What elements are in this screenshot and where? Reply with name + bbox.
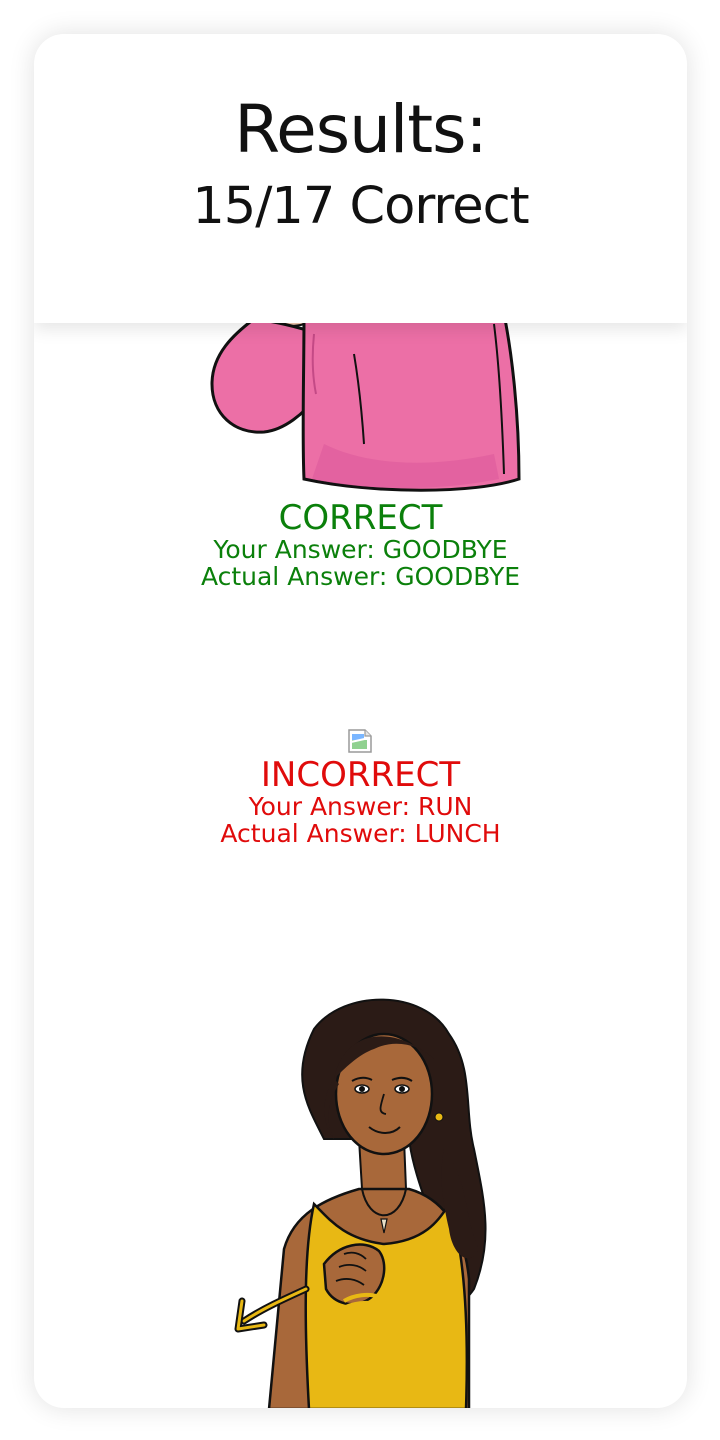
result-item-1: CORRECT Your Answer: GOODBYE Actual Answ… <box>34 500 687 590</box>
result-status: CORRECT <box>278 498 443 538</box>
your-answer-text: Your Answer: RUN <box>248 792 473 821</box>
page-title: Results: <box>234 91 488 168</box>
your-answer-text: Your Answer: GOODBYE <box>213 535 508 564</box>
actual-answer-text: Actual Answer: LUNCH <box>220 819 501 848</box>
results-header: Results: 15/17 Correct <box>34 34 687 323</box>
broken-image-icon <box>348 729 372 753</box>
result-item-2: INCORRECT Your Answer: RUN Actual Answer… <box>34 757 687 847</box>
yellow-top-signer-image <box>234 998 487 1408</box>
actual-answer-text: Actual Answer: GOODBYE <box>200 562 521 591</box>
results-card: CORRECT Your Answer: GOODBYE Actual Answ… <box>34 34 687 1408</box>
result-status: INCORRECT <box>260 755 461 795</box>
score-summary: 15/17 Correct <box>192 177 529 236</box>
pink-sweater-signer-image <box>210 294 521 492</box>
